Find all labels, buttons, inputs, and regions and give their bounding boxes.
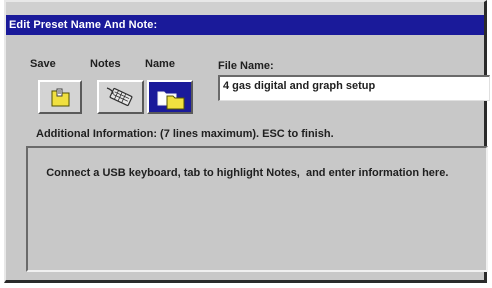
notes-textarea[interactable]: Connect a USB keyboard, tab to highlight… [26,146,488,272]
file-name-label: File Name: [218,60,274,72]
file-name-field[interactable]: 4 gas digital and graph setup [218,75,490,101]
file-name-value: 4 gas digital and graph setup [223,80,376,92]
edit-preset-dialog: Edit Preset Name And Note: Save Notes Na… [4,0,490,283]
notes-label: Notes [90,58,121,70]
keyboard-icon [106,87,133,107]
name-label: Name [145,58,175,70]
folder-save-icon [51,88,70,107]
dialog-title: Edit Preset Name And Note: [9,19,158,31]
save-button[interactable] [38,80,82,114]
additional-info-label: Additional Information: (7 lines maximum… [36,128,334,140]
notes-button[interactable] [97,80,144,114]
notes-text: Connect a USB keyboard, tab to highlight… [46,167,449,179]
dialog-title-bar: Edit Preset Name And Note: [6,15,484,35]
dialog-top-edge [6,2,484,15]
name-button[interactable] [147,80,193,114]
save-label: Save [30,58,56,70]
folder-name-icon [157,91,185,110]
